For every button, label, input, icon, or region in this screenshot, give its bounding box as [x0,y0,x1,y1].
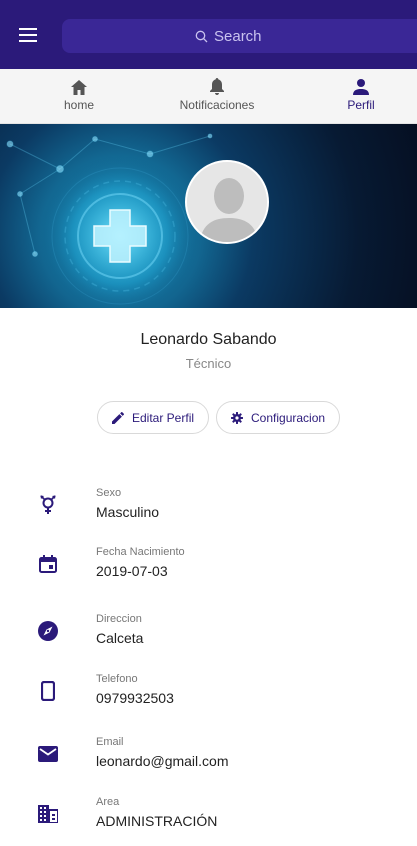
tab-notificaciones-label: Notificaciones [179,98,255,112]
info-row-sexo: Sexo Masculino [0,487,417,537]
tab-notificaciones[interactable]: Notificaciones [157,75,277,119]
home-icon [71,80,87,95]
gear-icon [231,411,243,424]
gender-icon [40,495,56,514]
bell-icon [210,78,224,95]
person-icon [353,79,369,95]
tab-perfil[interactable]: Perfil [301,75,417,119]
email-label: Email [96,736,124,748]
email-value: leonardo@gmail.com [96,753,229,769]
tab-home-label: home [63,98,95,112]
avatar-placeholder-icon [187,162,267,242]
fecha-nacimiento-label: Fecha Nacimiento [96,546,185,558]
edit-profile-button[interactable]: Editar Perfil [97,401,210,434]
direccion-label: Direccion [96,613,142,625]
edit-profile-label: Editar Perfil [132,410,195,425]
settings-label: Configuracion [251,410,326,425]
sexo-label: Sexo [96,487,122,499]
area-label: Area [96,796,120,808]
tab-bar: home Notificaciones Perfil [0,69,417,124]
user-role: Técnico [185,356,232,371]
business-icon [38,805,58,823]
telefono-value: 0979932503 [96,690,174,706]
info-row-telefono: Telefono 0979932503 [0,673,417,723]
info-row-fecha-nacimiento: Fecha Nacimiento 2019-07-03 [0,546,417,596]
area-value: ADMINISTRACIÓN [96,813,218,829]
email-icon [38,746,58,762]
menu-button[interactable] [16,23,40,47]
sexo-value: Masculino [96,504,160,520]
tab-home[interactable]: home [19,75,139,119]
telefono-label: Telefono [96,673,138,685]
compass-icon [38,621,58,641]
calendar-icon [39,555,57,573]
info-row-direccion: Direccion Calceta [0,613,417,663]
hamburger-menu-icon [19,28,37,42]
fecha-nacimiento-value: 2019-07-03 [96,563,168,579]
pencil-icon [112,411,124,424]
user-name: Leonardo Sabando [140,331,277,348]
info-row-email: Email leonardo@gmail.com [0,736,417,786]
phone-icon [41,681,55,701]
settings-button[interactable]: Configuracion [216,401,341,434]
profile-avatar[interactable] [185,160,269,244]
search-icon [195,30,208,42]
info-row-area: Area ADMINISTRACIÓN [0,796,417,846]
top-app-bar [0,0,417,69]
search-input[interactable] [214,27,284,45]
search-bar[interactable] [62,19,417,53]
tab-perfil-label: Perfil [347,98,375,112]
direccion-value: Calceta [96,630,144,646]
